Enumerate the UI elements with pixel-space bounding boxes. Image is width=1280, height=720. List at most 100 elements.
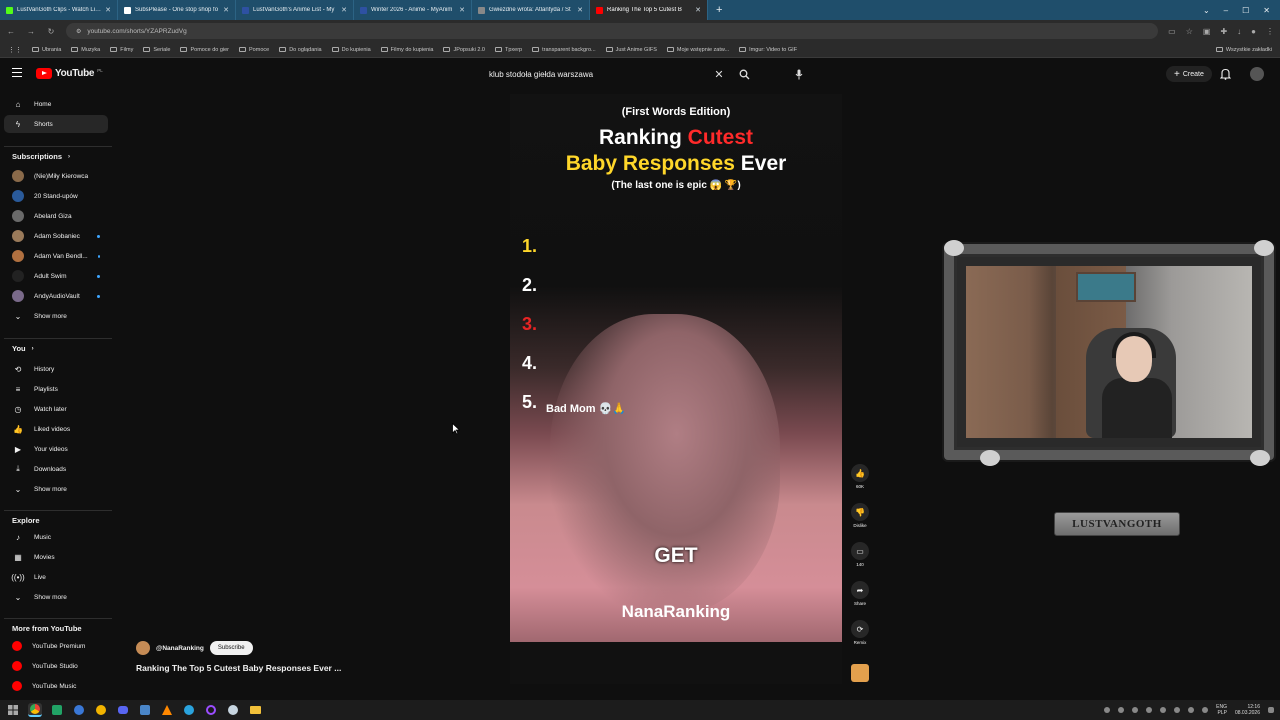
sidebar-item-downloads[interactable]: ⤓ Downloads (4, 460, 108, 478)
minimize-button[interactable]: – (1224, 6, 1228, 15)
tab-close-icon[interactable]: ✕ (105, 6, 111, 14)
sound-avatar[interactable] (851, 664, 869, 682)
menu-dots-icon[interactable]: ⋮ (1266, 27, 1274, 36)
bookmark-item[interactable]: Moje wstępnie zatw... (666, 47, 729, 53)
extensions-puzzle-icon[interactable]: ✚ (1220, 27, 1227, 36)
window-app-icon[interactable] (138, 703, 152, 717)
bookmark-item[interactable]: Seriale (143, 47, 170, 53)
dislike-button[interactable]: 👎 Dislike (850, 503, 870, 528)
create-button[interactable]: + Create (1166, 66, 1212, 82)
channel-avatar[interactable] (136, 641, 150, 655)
cast-icon[interactable]: ▭ (1168, 27, 1176, 36)
notification-center-icon[interactable] (1268, 707, 1274, 713)
search-icon[interactable] (734, 64, 754, 84)
sidebar-item-playlists[interactable]: ≡ Playlists (4, 380, 108, 398)
volume-icon[interactable] (1202, 707, 1209, 713)
bookmark-item[interactable]: Pomoce (239, 47, 269, 53)
tray-icon[interactable] (1118, 707, 1125, 713)
clear-search-icon[interactable]: ✕ (710, 68, 728, 81)
new-tab-button[interactable]: + (708, 4, 730, 16)
tab-close-icon[interactable]: ✕ (577, 6, 583, 14)
bookmark-item[interactable]: Ubrania (32, 47, 61, 53)
subscription-item[interactable]: Adam Sobaniec (4, 227, 108, 245)
bookmark-star-icon[interactable]: ☆ (1186, 27, 1193, 36)
bookmark-item[interactable]: transparent backgro... (532, 47, 596, 53)
browser-tab[interactable]: Winter 2026 - Anime - MyAnim ✕ (354, 0, 472, 20)
browser-tab[interactable]: SubsPlease - One stop shop fo ✕ (118, 0, 236, 20)
tab-close-icon[interactable]: ✕ (341, 6, 347, 14)
obs-like-icon[interactable] (94, 703, 108, 717)
show-more-button[interactable]: ⌄ Show more (4, 307, 108, 325)
apps-icon[interactable]: ⋮⋮ (8, 46, 22, 54)
comment-button[interactable]: ▭ 140 (850, 542, 870, 567)
subscription-item[interactable]: Adam Van Bendl... (4, 247, 108, 265)
channel-handle[interactable]: @NanaRanking (156, 645, 204, 652)
more-from-youtube-item[interactable]: YouTube Studio (4, 657, 108, 675)
bookmark-item[interactable]: Filmy (110, 47, 133, 53)
tab-search-icon[interactable]: ⌄ (1203, 6, 1210, 15)
sidebar-item-watch-later[interactable]: ◷ Watch later (4, 400, 108, 418)
sidebar-item-live[interactable]: ((•)) Live (4, 568, 108, 586)
like-button[interactable]: 👍 60K (850, 464, 870, 489)
downloads-icon[interactable]: ↓ (1237, 27, 1241, 36)
bookmark-item[interactable]: JPopsuki 2.0 (443, 47, 485, 53)
tray-icon[interactable] (1174, 707, 1181, 713)
browser-tab[interactable]: Gwiezdne wrota: Atlantyda / St ✕ (472, 0, 590, 20)
youtube-logo[interactable]: YouTube PL (36, 68, 103, 79)
bookmark-item[interactable]: Pomoce do gier (180, 47, 229, 53)
voice-search-icon[interactable] (790, 65, 808, 83)
sidebar-item-movies[interactable]: ▦ Movies (4, 548, 108, 566)
tray-icon[interactable] (1132, 707, 1139, 713)
subscription-item[interactable]: 20 Stand-upów (4, 187, 108, 205)
back-icon[interactable]: ← (6, 27, 16, 36)
tab-close-icon[interactable]: ✕ (223, 6, 229, 14)
browser-tab[interactable]: LustVanGoth's Anime List - My ✕ (236, 0, 354, 20)
bookmark-item[interactable]: Filmy do kupienia (380, 47, 433, 53)
sidebar-item-your-videos[interactable]: ▶ Your videos (4, 440, 108, 458)
globe-icon[interactable] (72, 703, 86, 717)
bookmark-item[interactable]: Tpxerp (494, 47, 522, 53)
sidebar-item-shorts[interactable]: ϟ Shorts (4, 115, 108, 133)
remix-button[interactable]: ⟳ Remix (850, 620, 870, 645)
more-from-youtube-item[interactable]: YouTube Premium (4, 637, 108, 655)
chrome-icon[interactable] (28, 703, 42, 717)
subscription-item[interactable]: AndyAudioVault (4, 287, 108, 305)
subscription-item[interactable]: Abelard Giza (4, 207, 108, 225)
sidebar-item-history[interactable]: ⟲ History (4, 360, 108, 378)
url-field[interactable]: ⚙ youtube.com/shorts/YZAPRZudVg (66, 23, 1159, 39)
bookmark-item[interactable]: Muzyka (71, 47, 100, 53)
clock[interactable]: 12:16 08.03.2026 (1235, 704, 1260, 716)
close-window-button[interactable]: ✕ (1263, 6, 1270, 15)
forward-icon[interactable]: → (26, 27, 36, 36)
search-box[interactable]: klub stodoła giełda warszawa ✕ (484, 64, 754, 84)
extension-icon[interactable]: ▣ (1203, 27, 1211, 36)
show-more-button[interactable]: ⌄ Show more (4, 480, 108, 498)
tray-icon[interactable] (1146, 707, 1153, 713)
tab-close-icon[interactable]: ✕ (695, 6, 701, 14)
bookmark-item[interactable]: Do kupienia (331, 47, 371, 53)
short-title[interactable]: Ranking The Top 5 Cutest Baby Responses … (136, 663, 341, 673)
you-heading[interactable]: You › (12, 344, 34, 353)
spreadsheet-icon[interactable] (50, 703, 64, 717)
profile-icon[interactable]: ● (1251, 27, 1256, 36)
sidebar-item-home[interactable]: ⌂ Home (4, 95, 108, 113)
subscription-item[interactable]: (Nie)Miły Kierowca (4, 167, 108, 185)
browser-tab[interactable]: LustVanGoth Clips - Watch Live ✕ (0, 0, 118, 20)
more-from-youtube-item[interactable]: YouTube Music (4, 677, 108, 695)
purple-app-icon[interactable] (204, 703, 218, 717)
subscribe-button[interactable]: Subscribe (209, 641, 253, 655)
reload-icon[interactable]: ↻ (46, 27, 56, 36)
vlc-icon[interactable] (160, 703, 174, 717)
site-info-icon[interactable]: ⚙ (76, 28, 81, 35)
more-from-youtube-heading[interactable]: More from YouTube (12, 624, 82, 633)
file-explorer-icon[interactable] (248, 703, 262, 717)
short-video-player[interactable]: (First Words Edition) Ranking Cutest Bab… (510, 94, 842, 642)
language-indicator[interactable]: ENG PLP (1216, 704, 1227, 716)
tray-icon[interactable] (1160, 707, 1167, 713)
browser-tab[interactable]: Ranking The Top 5 Cutest B ✕ (590, 0, 708, 20)
sidebar-item-liked-videos[interactable]: 👍 Liked videos (4, 420, 108, 438)
search-input[interactable]: klub stodoła giełda warszawa (484, 70, 710, 79)
bookmark-item[interactable]: Imgur: Video to GIF (739, 47, 797, 53)
notifications-icon[interactable] (1219, 67, 1232, 85)
tray-icon[interactable] (1104, 707, 1111, 713)
